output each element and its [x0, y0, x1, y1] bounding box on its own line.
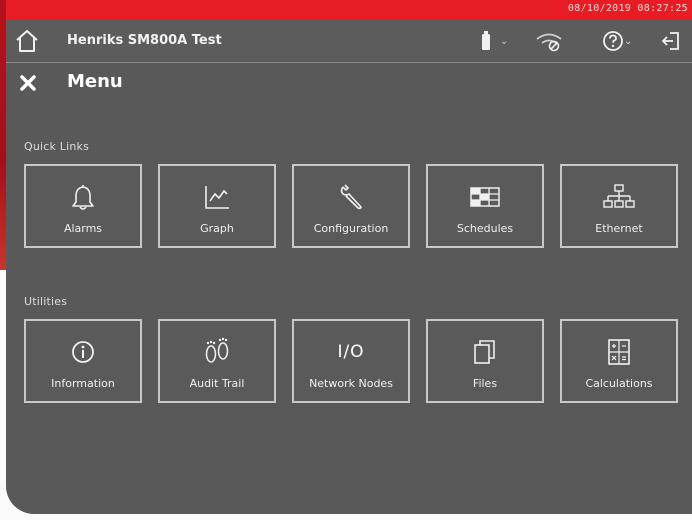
- home-icon: [16, 30, 38, 52]
- tile-alarms[interactable]: Alarms: [24, 164, 142, 248]
- battery-button[interactable]: [480, 30, 492, 52]
- calculator-icon: [608, 339, 630, 365]
- tile-calculations[interactable]: Calculations: [560, 319, 678, 403]
- help-button[interactable]: [602, 30, 624, 52]
- info-icon: [72, 341, 94, 363]
- tile-graph[interactable]: Graph: [158, 164, 276, 248]
- tile-label: Information: [51, 377, 115, 390]
- network-tree-icon: [603, 184, 635, 208]
- tile-label: Calculations: [585, 377, 653, 390]
- title-bar: Henriks SM800A Test ⌄ ⌄: [6, 20, 692, 63]
- wrench-icon: [340, 184, 362, 210]
- tile-label: Configuration: [313, 222, 389, 235]
- home-button[interactable]: [14, 28, 40, 54]
- tile-files[interactable]: Files: [426, 319, 544, 403]
- tile-label: Graph: [200, 222, 234, 235]
- section-label-utilities: Utilities: [24, 295, 68, 308]
- tile-schedules[interactable]: Schedules: [426, 164, 544, 248]
- tile-label: Files: [472, 377, 498, 390]
- tile-label: Audit Trail: [189, 377, 245, 390]
- close-icon: [20, 75, 36, 91]
- datetime-readout: 08/10/2019 08:27:25: [567, 3, 688, 14]
- tile-information[interactable]: Information: [24, 319, 142, 403]
- section-label-quick-links: Quick Links: [24, 140, 90, 153]
- logout-icon: [661, 32, 679, 50]
- footprints-icon: [205, 337, 229, 363]
- tile-label: Alarms: [63, 222, 103, 235]
- tile-configuration[interactable]: Configuration: [292, 164, 410, 248]
- device-frame: 08/10/2019 08:27:25 Henriks SM800A Test …: [0, 0, 692, 520]
- io-icon: I/O: [337, 342, 365, 362]
- network-status-button[interactable]: [534, 30, 564, 52]
- tile-audit-trail[interactable]: Audit Trail: [158, 319, 276, 403]
- help-icon: [603, 31, 623, 51]
- chevron-down-icon[interactable]: ⌄: [500, 36, 508, 47]
- screen: 08/10/2019 08:27:25 Henriks SM800A Test …: [6, 0, 692, 514]
- tile-label: Network Nodes: [309, 377, 393, 390]
- tile-ethernet[interactable]: Ethernet: [560, 164, 678, 248]
- graph-icon: [205, 186, 229, 209]
- network-disabled-icon: [536, 33, 562, 52]
- tile-network-nodes[interactable]: I/O Network Nodes: [292, 319, 410, 403]
- files-icon: [474, 340, 495, 364]
- tile-label: Ethernet: [595, 222, 643, 235]
- bell-icon: [72, 185, 94, 210]
- device-title: Henriks SM800A Test: [67, 33, 222, 48]
- menu-header: Menu: [6, 62, 692, 102]
- logout-button[interactable]: [660, 30, 682, 52]
- menu-title: Menu: [67, 71, 123, 92]
- status-bar: 08/10/2019 08:27:25: [6, 0, 692, 20]
- close-menu-button[interactable]: [18, 73, 38, 93]
- tile-label: Schedules: [456, 222, 514, 235]
- schedule-grid-icon: [470, 187, 500, 207]
- chevron-down-icon[interactable]: ⌄: [624, 36, 632, 47]
- battery-icon: [482, 31, 490, 50]
